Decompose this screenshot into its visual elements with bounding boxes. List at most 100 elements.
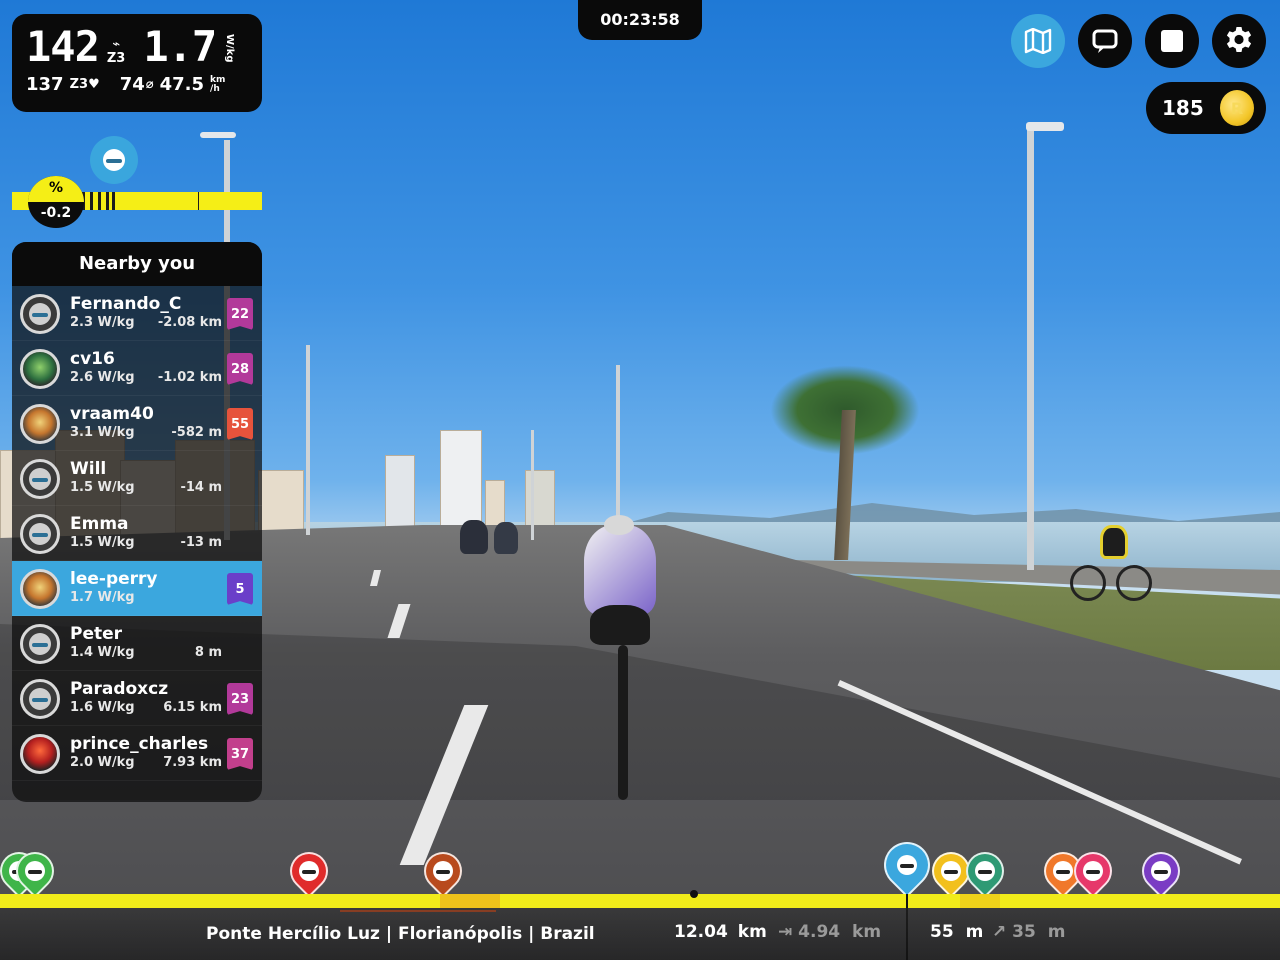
rider-row[interactable]: Emma 1.5 W/kg -13 m [12, 506, 262, 561]
rider-distance: -14 m [180, 480, 222, 495]
avg-zone-label: Z3 [69, 77, 89, 92]
rider-wkg: 3.1 W/kg [70, 425, 135, 440]
street-lamp [306, 345, 310, 535]
elevation: 55 m [930, 922, 983, 942]
gradient-tick [106, 192, 109, 210]
coin-count: 185 [1162, 96, 1204, 120]
rider-distance: -13 m [180, 535, 222, 550]
rider-distance: -582 m [171, 425, 222, 440]
street-lamp-head [200, 132, 236, 138]
rider-distance: -1.02 km [157, 370, 222, 385]
power-zone: ⌁ Z3 [107, 38, 125, 66]
map-icon [1024, 28, 1052, 54]
climb-value: 35 [1012, 922, 1036, 942]
rider-avatar-icon [29, 523, 51, 545]
avatar [20, 624, 60, 664]
avatar [20, 404, 60, 444]
cyclist-main [566, 515, 666, 805]
rider-level-badge: 28 [227, 353, 253, 385]
rider-row[interactable]: Will 1.5 W/kg -14 m [12, 451, 262, 506]
route-location: Ponte Hercílio Luz | Florianópolis | Bra… [206, 924, 595, 944]
wkg-value: 1.7 [143, 22, 217, 71]
percent-icon: % [28, 176, 84, 202]
rider-row[interactable]: Paradoxcz 1.6 W/kg 6.15 km 23 [12, 671, 262, 726]
rider-row[interactable]: Peter 1.4 W/kg 8 m [12, 616, 262, 671]
rider-row[interactable]: lee-perry 1.7 W/kg 5 [12, 561, 262, 616]
avatar [20, 514, 60, 554]
chat-button[interactable] [1078, 14, 1132, 68]
remaining-value: 4.94 [798, 922, 841, 942]
rider-name: lee-perry [70, 569, 158, 589]
arrow-to-end-icon: ⇥ [778, 922, 793, 942]
rider-distance: 7.93 km [163, 755, 222, 770]
rider-avatar-icon [897, 855, 917, 875]
rider-name: Will [70, 459, 107, 479]
rider-wkg: 1.7 W/kg [70, 590, 135, 605]
rider-wkg: 2.0 W/kg [70, 755, 135, 770]
rider-avatar-icon [941, 861, 961, 881]
avatar [20, 679, 60, 719]
power-icon: ⌁ [112, 37, 121, 52]
coin-symbol: R [1230, 98, 1244, 118]
nearby-title: Nearby you [12, 242, 262, 286]
distance-value: 12.04 [674, 922, 728, 942]
rider-distance: 6.15 km [163, 700, 222, 715]
metrics-panel: 142 ⌁ Z3 1.7 W/kg 137 Z3 ♥ 74 ⌀ 47.5 km … [12, 14, 262, 112]
rider-name: Paradoxcz [70, 679, 169, 699]
rider-name: Fernando_C [70, 294, 182, 314]
rider-avatar-icon [1053, 861, 1073, 881]
rider-level-badge: 5 [227, 573, 253, 605]
rider-wkg: 2.3 W/kg [70, 315, 135, 330]
heart-icon: ♥ [88, 77, 100, 92]
rider-wkg: 1.4 W/kg [70, 645, 135, 660]
street-lamp [531, 430, 534, 540]
power-zone-label: Z3 [106, 51, 126, 66]
rider-avatar-icon [29, 303, 51, 325]
avatar [20, 349, 60, 389]
progress-segment [440, 894, 500, 908]
rider-name: vraam40 [70, 404, 154, 424]
rider-row[interactable]: prince_charles 2.0 W/kg 7.93 km 37 [12, 726, 262, 781]
rider-row[interactable]: Fernando_C 2.3 W/kg -2.08 km 22 [12, 286, 262, 341]
rider-level-badge: 23 [227, 683, 253, 715]
climb-unit: m [1047, 922, 1066, 942]
rider-row[interactable]: vraam40 3.1 W/kg -582 m 55 [12, 396, 262, 451]
chat-icon [1092, 29, 1118, 53]
rider-level-badge: 22 [227, 298, 253, 330]
rider-list: Fernando_C 2.3 W/kg -2.08 km 22 cv16 2.6 W/kg… [12, 286, 262, 781]
rider-avatar-icon [103, 149, 125, 171]
elevation-value: 55 [930, 922, 954, 942]
progress-marker-dot [690, 890, 698, 898]
map-button[interactable] [1011, 14, 1065, 68]
stop-icon [1161, 30, 1183, 52]
rider-avatar-icon [1083, 861, 1103, 881]
stop-button[interactable] [1145, 14, 1199, 68]
route-progress-bar[interactable] [0, 890, 1280, 960]
avatar [20, 734, 60, 774]
gradient-tick [112, 192, 115, 210]
settings-button[interactable] [1212, 14, 1266, 68]
rider-name: Emma [70, 514, 129, 534]
nearby-riders-panel[interactable]: Nearby you Fernando_C 2.3 W/kg -2.08 km 22 c… [12, 242, 262, 802]
rider-avatar-icon [29, 633, 51, 655]
speed-value: 47.5 [159, 74, 205, 95]
rider-distance: 8 m [194, 645, 222, 660]
gradient-tick [98, 192, 101, 210]
cyclist-side [1070, 515, 1152, 605]
rider-row[interactable]: cv16 2.6 W/kg -1.02 km 28 [12, 341, 262, 396]
elevation-unit: m [965, 922, 984, 942]
rider-avatar-icon [29, 688, 51, 710]
street-lamp-head [1026, 122, 1064, 131]
rider-name: prince_charles [70, 734, 209, 754]
avg-power-value: 137 [26, 74, 64, 95]
rider-wkg: 1.5 W/kg [70, 535, 135, 550]
rider-avatar-icon [433, 861, 453, 881]
power-value: 142 [26, 22, 100, 71]
rider-avatar-icon [25, 861, 45, 881]
rider-avatar-icon [29, 468, 51, 490]
route-info-bar: Ponte Hercílio Luz | Florianópolis | Bra… [0, 908, 1280, 960]
rider-level-badge: 37 [227, 738, 253, 770]
gradient-value: -0.2 [40, 205, 72, 221]
gradient-badge: % -0.2 [28, 176, 84, 228]
distance-remaining: ⇥ 4.94 km [778, 922, 881, 942]
